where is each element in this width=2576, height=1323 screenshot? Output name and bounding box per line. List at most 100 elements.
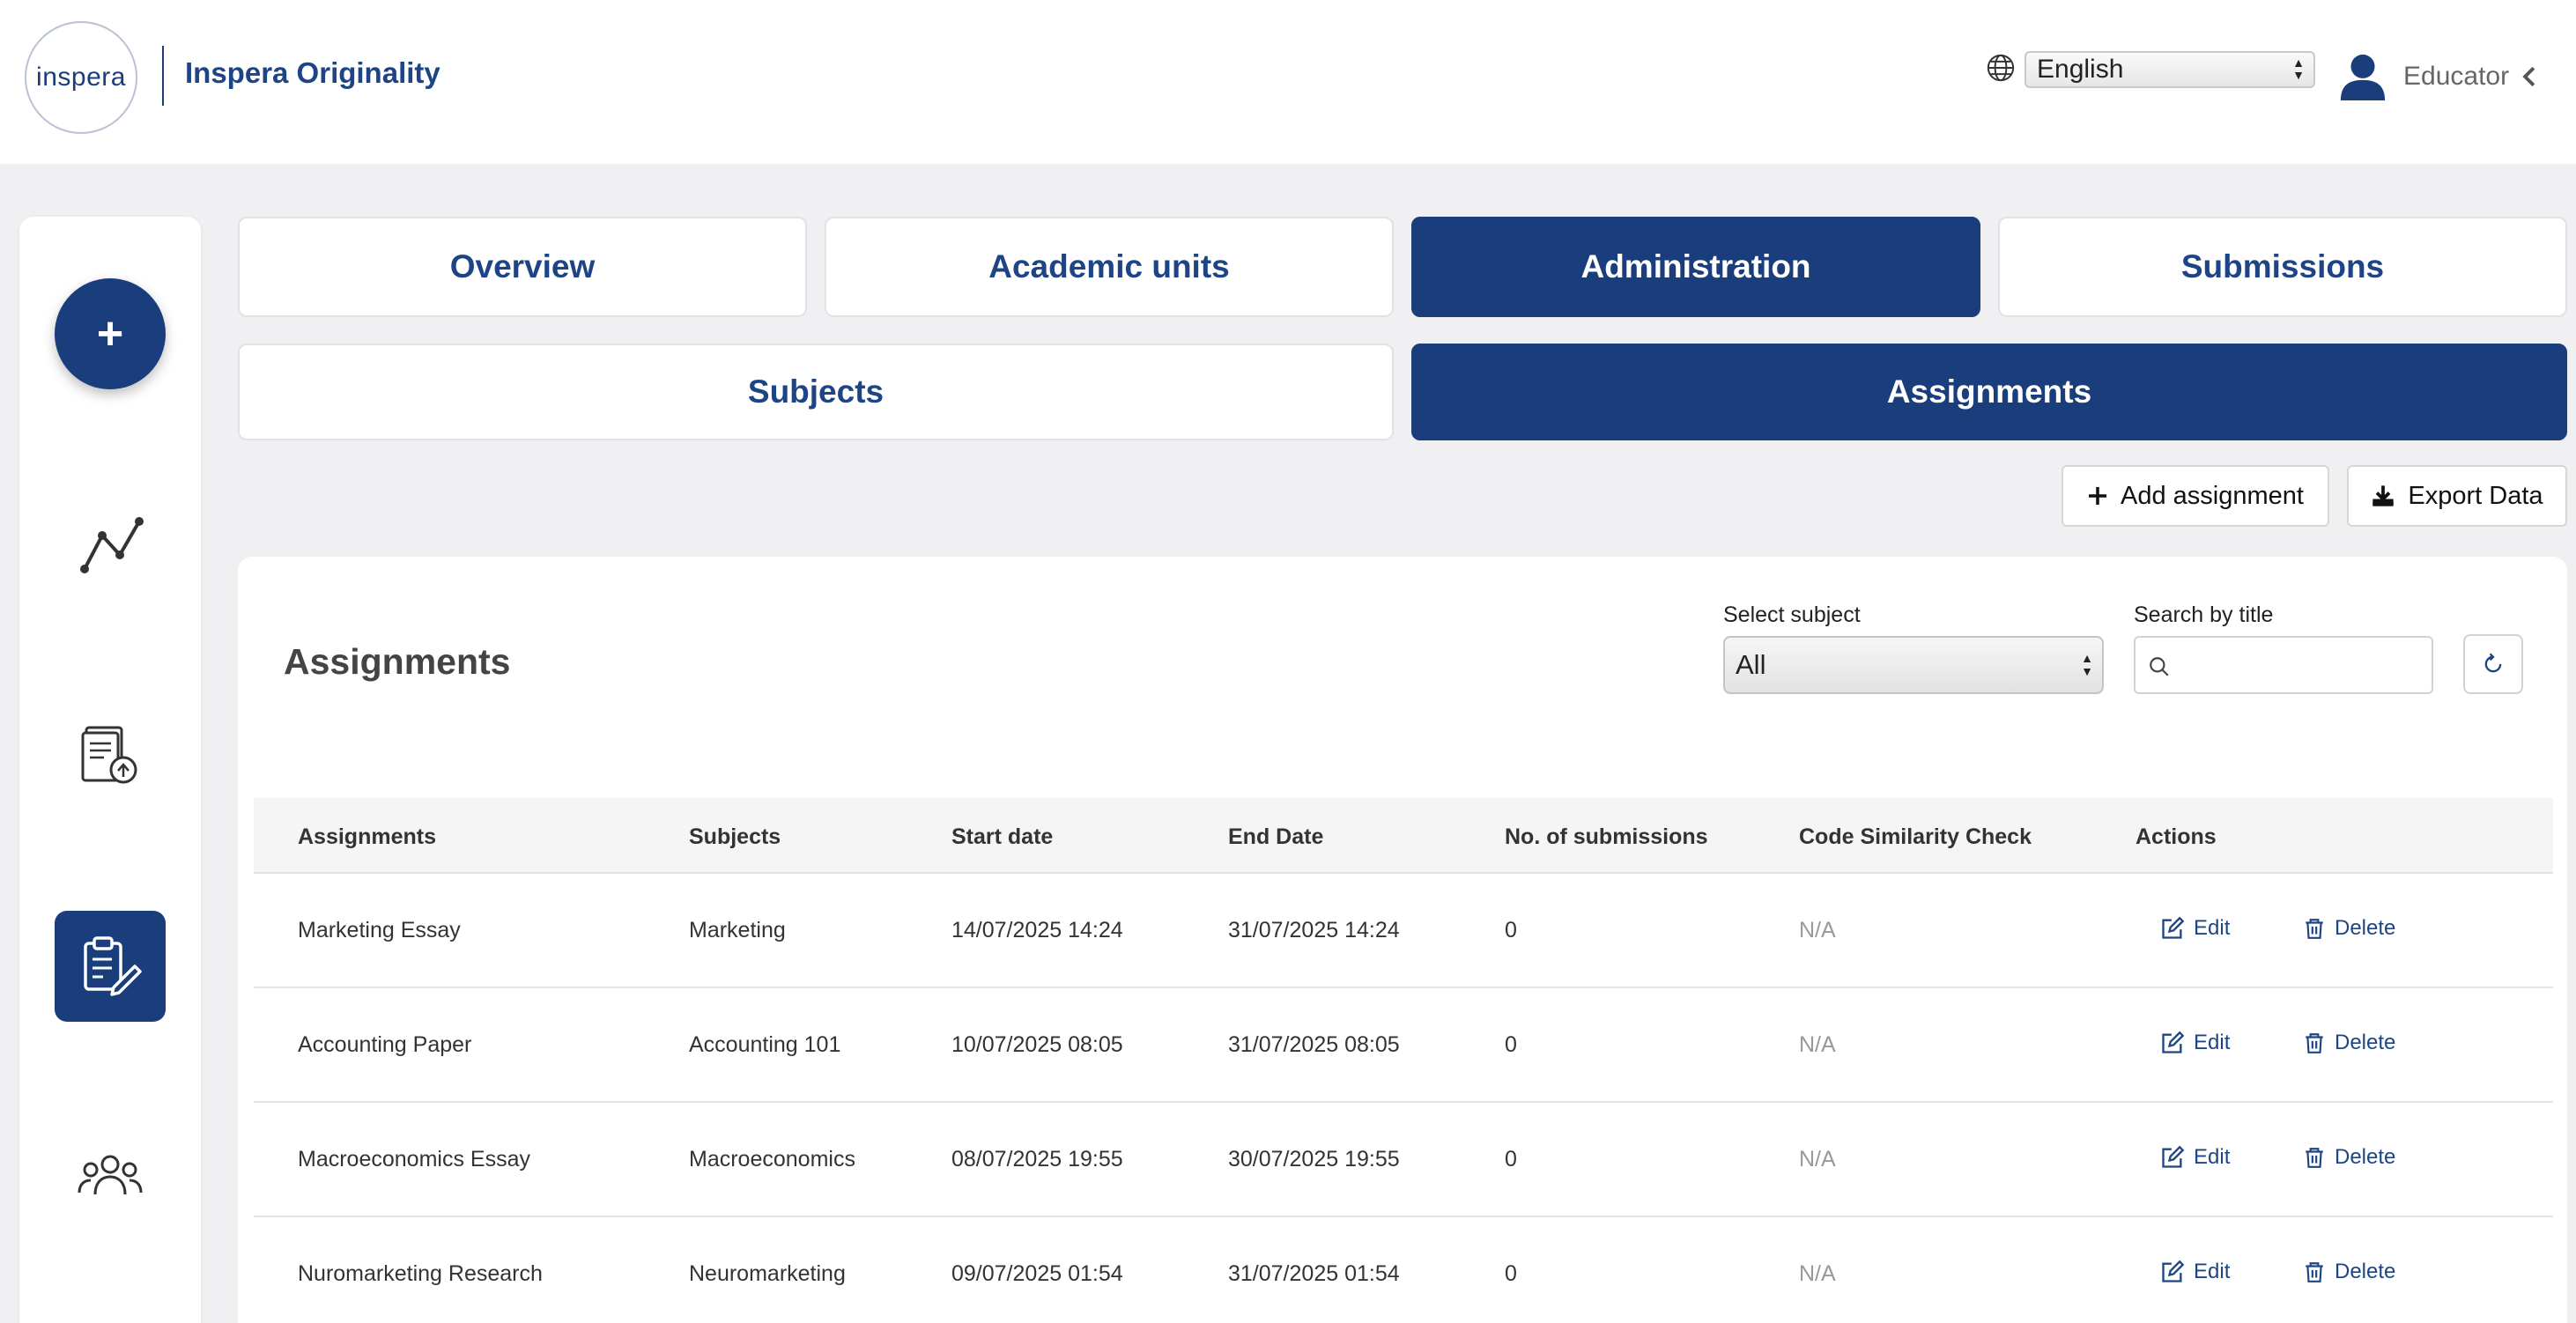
table-row: Nuromarketing Research Neuromarketing 09…: [254, 1217, 2553, 1323]
tab-overview[interactable]: Overview: [238, 217, 807, 317]
start-date: 08/07/2025 19:55: [951, 1147, 1123, 1171]
edit-icon: [2162, 1145, 2185, 1168]
edit-button[interactable]: Edit: [2160, 916, 2230, 941]
subject-name: Macroeconomics: [689, 1147, 855, 1171]
trash-icon: [2306, 1033, 2323, 1053]
language-value: English: [2037, 55, 2124, 84]
add-assignment-button[interactable]: Add assignment: [2062, 465, 2329, 527]
add-assignment-label: Add assignment: [2121, 481, 2304, 510]
trash-icon: [2306, 1148, 2323, 1168]
assignments-nav-button[interactable]: [55, 911, 166, 1022]
table-row: Accounting Paper Accounting 101 10/07/20…: [254, 988, 2553, 1103]
table-row: Macroeconomics Essay Macroeconomics 08/0…: [254, 1103, 2553, 1217]
end-date: 31/07/2025 14:24: [1228, 918, 1400, 942]
edit-button[interactable]: Edit: [2160, 1260, 2230, 1284]
document-upload-icon[interactable]: [81, 722, 139, 786]
search-by-title-label: Search by title: [2134, 602, 2274, 627]
edit-label: Edit: [2194, 1031, 2231, 1054]
column-header: No. of submissions: [1505, 824, 1708, 849]
users-group-icon[interactable]: [78, 1154, 143, 1198]
column-header: Subjects: [689, 824, 781, 849]
start-date: 14/07/2025 14:24: [951, 918, 1123, 942]
add-button[interactable]: +: [55, 278, 166, 389]
delete-label: Delete: [2335, 1260, 2396, 1283]
inspera-logo[interactable]: inspera: [25, 21, 137, 134]
end-date: 31/07/2025 01:54: [1228, 1261, 1400, 1286]
search-box[interactable]: [2134, 636, 2433, 694]
subject-name: Accounting 101: [689, 1032, 841, 1057]
logo-divider: [162, 46, 164, 106]
subject-name: Marketing: [689, 918, 786, 942]
end-date: 30/07/2025 19:55: [1228, 1147, 1400, 1171]
assignment-name: Macroeconomics Essay: [298, 1147, 530, 1171]
analytics-line-icon[interactable]: [78, 514, 146, 576]
assignment-name: Nuromarketing Research: [298, 1261, 543, 1286]
tab-assignments[interactable]: Assignments: [1411, 344, 2567, 440]
brand-name: Inspera Originality: [185, 56, 440, 89]
tab-subjects[interactable]: Subjects: [238, 344, 1394, 440]
top-header: inspera Inspera Originality English ▲ ▼ E…: [0, 0, 2576, 164]
column-header: Assignments: [298, 824, 436, 849]
submission-count: 0: [1505, 918, 1517, 942]
edit-label: Edit: [2194, 1260, 2231, 1283]
tab-submissions[interactable]: Submissions: [1998, 217, 2567, 317]
table-row: Marketing Essay Marketing 14/07/2025 14:…: [254, 874, 2553, 988]
delete-button[interactable]: Delete: [2303, 1145, 2395, 1170]
submission-count: 0: [1505, 1147, 1517, 1171]
column-header: Start date: [951, 824, 1054, 849]
select-arrows-icon: ▲ ▼: [2292, 55, 2305, 82]
assignment-name: Accounting Paper: [298, 1032, 472, 1057]
assignment-name: Marketing Essay: [298, 918, 461, 942]
page-title: Assignments: [284, 641, 511, 682]
column-header: End Date: [1228, 824, 1324, 849]
start-date: 09/07/2025 01:54: [951, 1261, 1123, 1286]
trash-icon: [2306, 919, 2323, 939]
column-header: Code Similarity Check: [1799, 824, 2032, 849]
edit-icon: [2162, 1260, 2185, 1282]
tab-administration[interactable]: Administration: [1411, 217, 1980, 317]
delete-button[interactable]: Delete: [2303, 916, 2395, 941]
user-role-label[interactable]: Educator: [2403, 62, 2509, 92]
edit-icon: [2162, 916, 2185, 939]
table-header: Assignments Subjects Start date End Date…: [254, 798, 2553, 874]
edit-icon: [2162, 1031, 2185, 1053]
code-similarity-value: N/A: [1799, 918, 1836, 942]
subject-name: Neuromarketing: [689, 1261, 846, 1286]
chevron-left-icon[interactable]: [2521, 65, 2537, 88]
column-header: Actions: [2136, 824, 2217, 849]
code-similarity-value: N/A: [1799, 1147, 1836, 1171]
delete-label: Delete: [2335, 1031, 2396, 1054]
export-data-label: Export Data: [2408, 481, 2543, 510]
delete-label: Delete: [2335, 1145, 2396, 1169]
search-icon: [2150, 657, 2169, 676]
plus-icon: [2089, 487, 2107, 505]
code-similarity-value: N/A: [1799, 1032, 1836, 1057]
logo-text: inspera: [36, 63, 126, 92]
start-date: 10/07/2025 08:05: [951, 1032, 1123, 1057]
delete-button[interactable]: Delete: [2303, 1031, 2395, 1055]
select-arrows-icon: ▲ ▼: [2081, 651, 2093, 678]
search-input[interactable]: [2180, 645, 2426, 685]
plus-icon: +: [96, 308, 124, 359]
delete-button[interactable]: Delete: [2303, 1260, 2395, 1284]
trash-icon: [2306, 1262, 2323, 1282]
submission-count: 0: [1505, 1261, 1517, 1286]
globe-icon: [1987, 54, 2015, 82]
subject-select-value: All: [1736, 649, 1766, 680]
download-icon: [2372, 485, 2395, 506]
edit-label: Edit: [2194, 1145, 2231, 1169]
delete-label: Delete: [2335, 916, 2396, 940]
end-date: 31/07/2025 08:05: [1228, 1032, 1400, 1057]
language-select[interactable]: English ▲ ▼: [2025, 51, 2315, 88]
subject-select[interactable]: All ▲ ▼: [1723, 636, 2104, 694]
edit-button[interactable]: Edit: [2160, 1145, 2230, 1170]
code-similarity-value: N/A: [1799, 1261, 1836, 1286]
clipboard-edit-icon: [84, 936, 142, 996]
tab-academic-units[interactable]: Academic units: [825, 217, 1394, 317]
submission-count: 0: [1505, 1032, 1517, 1057]
reset-filters-button[interactable]: [2463, 634, 2523, 694]
user-icon[interactable]: [2340, 53, 2386, 100]
export-data-button[interactable]: Export Data: [2347, 465, 2567, 527]
edit-button[interactable]: Edit: [2160, 1031, 2230, 1055]
select-subject-label: Select subject: [1723, 602, 1861, 627]
